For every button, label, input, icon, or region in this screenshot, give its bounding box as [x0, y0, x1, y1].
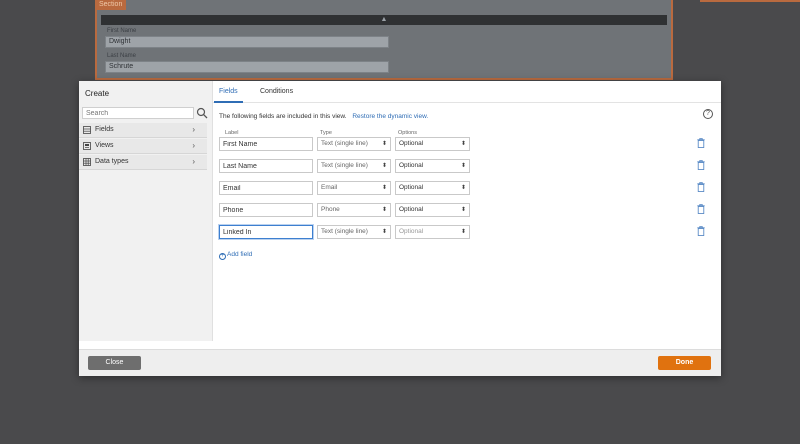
column-header-type: Type	[320, 130, 332, 136]
field-option-value: Optional	[399, 206, 424, 213]
restore-dynamic-view-link[interactable]: Restore the dynamic view.	[352, 113, 428, 120]
field-type-value: Email	[321, 184, 338, 191]
search-icon[interactable]	[196, 107, 208, 119]
field-row: Email ⬍ Optional ⬍	[219, 181, 709, 197]
background-first-name-input: Dwight	[105, 36, 389, 48]
sidebar-search-input[interactable]	[82, 107, 194, 119]
column-header-label: Label	[225, 130, 239, 136]
add-field-label: Add field	[227, 251, 253, 258]
field-type-value: Phone	[321, 206, 340, 213]
trash-icon[interactable]	[697, 138, 705, 148]
select-arrows-icon: ⬍	[381, 207, 387, 213]
field-type-value: Text (single line)	[321, 140, 368, 147]
intro-message: The following fields are included in thi…	[219, 113, 347, 120]
close-button[interactable]: Close	[88, 356, 141, 370]
field-row: Text (single line) ⬍ Optional ⬍	[219, 137, 709, 153]
column-header-options: Options	[398, 130, 417, 136]
fields-icon	[83, 126, 91, 134]
select-arrows-icon: ⬍	[460, 185, 466, 191]
sidebar-item-fields[interactable]: Fields ›	[79, 123, 207, 138]
select-arrows-icon: ⬍	[381, 229, 387, 235]
chevron-right-icon: ›	[192, 141, 195, 150]
field-option-select[interactable]: Optional ⬍	[395, 225, 470, 239]
trash-icon[interactable]	[697, 160, 705, 170]
select-arrows-icon: ⬍	[381, 185, 387, 191]
help-icon[interactable]: ?	[703, 109, 713, 119]
select-arrows-icon: ⬍	[460, 229, 466, 235]
background-last-name-label: Last Name	[107, 53, 137, 59]
field-option-value: Optional	[399, 140, 424, 147]
field-type-select[interactable]: Text (single line) ⬍	[317, 225, 391, 239]
select-arrows-icon: ⬍	[381, 141, 387, 147]
background-last-name-input: Schrute	[105, 61, 389, 73]
sidebar-item-label: Fields	[95, 126, 114, 133]
background-accent-bar	[700, 0, 800, 2]
field-option-select[interactable]: Optional ⬍	[395, 181, 470, 195]
field-row: Text (single line) ⬍ Optional ⬍	[219, 159, 709, 175]
chevron-right-icon: ›	[192, 125, 195, 134]
add-field-link[interactable]: + Add field	[219, 251, 252, 260]
field-option-select[interactable]: Optional ⬍	[395, 203, 470, 217]
field-row: Phone ⬍ Optional ⬍	[219, 203, 709, 219]
background-section-tab: Section	[95, 0, 127, 10]
tab-fields[interactable]: Fields	[219, 88, 238, 95]
views-icon	[83, 142, 91, 150]
field-type-value: Text (single line)	[321, 228, 368, 235]
field-row: Text (single line) ⬍ Optional ⬍	[219, 225, 709, 241]
field-label-input[interactable]	[219, 159, 313, 173]
modal-footer: Close Done	[79, 349, 721, 376]
select-arrows-icon: ⬍	[460, 141, 466, 147]
chevron-right-icon: ›	[192, 157, 195, 166]
select-arrows-icon: ⬍	[381, 163, 387, 169]
field-label-input[interactable]	[219, 181, 313, 195]
field-option-select[interactable]: Optional ⬍	[395, 137, 470, 151]
field-type-select[interactable]: Text (single line) ⬍	[317, 137, 391, 151]
active-tab-indicator	[214, 101, 243, 103]
create-modal: Create Fields › Views ›	[79, 81, 721, 376]
field-label-input[interactable]	[219, 137, 313, 151]
tab-conditions[interactable]: Conditions	[260, 88, 293, 95]
background-collapse-bar: ▲	[101, 15, 667, 25]
field-option-value: Optional	[399, 184, 424, 191]
create-sidebar: Create Fields › Views ›	[79, 81, 213, 341]
sidebar-title: Create	[85, 89, 110, 98]
sidebar-item-label: Views	[95, 142, 114, 149]
sidebar-item-views[interactable]: Views ›	[79, 139, 207, 154]
field-type-select[interactable]: Text (single line) ⬍	[317, 159, 391, 173]
background-first-name-label: First Name	[107, 28, 137, 34]
data-types-icon	[83, 158, 91, 166]
field-label-input[interactable]	[219, 203, 313, 217]
plus-icon: +	[219, 253, 226, 260]
select-arrows-icon: ⬍	[460, 207, 466, 213]
field-option-select[interactable]: Optional ⬍	[395, 159, 470, 173]
field-option-value: Optional	[399, 228, 424, 235]
trash-icon[interactable]	[697, 182, 705, 192]
trash-icon[interactable]	[697, 226, 705, 236]
sidebar-item-label: Data types	[95, 158, 129, 165]
field-option-value: Optional	[399, 162, 424, 169]
done-button[interactable]: Done	[658, 356, 711, 370]
field-label-input[interactable]	[219, 225, 313, 239]
field-type-value: Text (single line)	[321, 162, 368, 169]
select-arrows-icon: ⬍	[460, 163, 466, 169]
sidebar-item-data-types[interactable]: Data types ›	[79, 155, 207, 170]
intro-text: The following fields are included in thi…	[219, 113, 428, 120]
field-type-select[interactable]: Email ⬍	[317, 181, 391, 195]
trash-icon[interactable]	[697, 204, 705, 214]
field-type-select[interactable]: Phone ⬍	[317, 203, 391, 217]
